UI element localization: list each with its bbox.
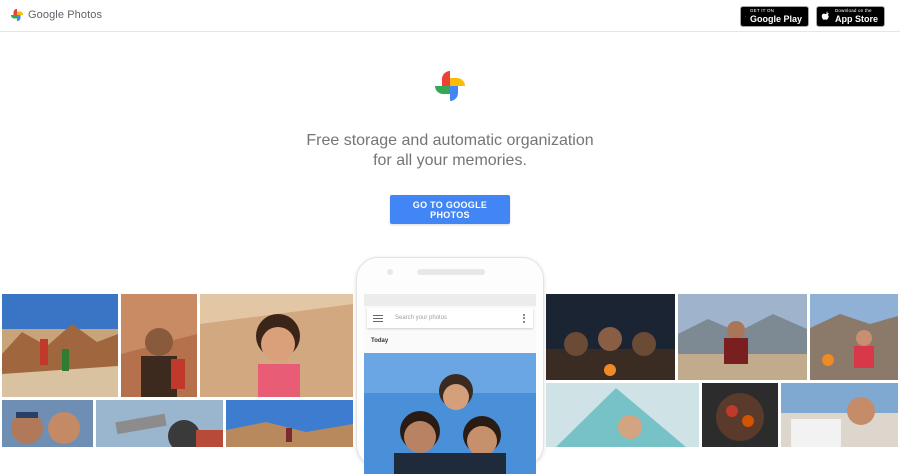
photo-woman-backpack	[121, 294, 197, 397]
photo-couple-selfie	[2, 400, 93, 447]
tagline-line-2: for all your memories.	[373, 152, 527, 169]
tagline: Free storage and automatic organization …	[250, 131, 650, 171]
hamburger-menu-icon[interactable]	[373, 314, 383, 322]
app-search-bar[interactable]: Search your photos	[367, 308, 533, 328]
logo-text: Google Photos	[28, 9, 103, 21]
apple-icon	[821, 11, 829, 20]
photo-grill-food	[702, 383, 778, 447]
photo-telescope	[96, 400, 223, 447]
play-triangle-icon	[745, 16, 746, 17]
app-status-bar	[364, 294, 536, 306]
phone-screen: Search your photos Today	[364, 294, 536, 474]
today-label: Today	[371, 338, 389, 344]
go-to-google-photos-button[interactable]: GO TO GOOGLE PHOTOS	[390, 195, 510, 224]
phone-mockup: Search your photos Today	[356, 257, 544, 474]
pinwheel-icon	[435, 71, 465, 101]
google-play-label: Google Play	[749, 13, 802, 24]
google-photos-logo[interactable]: Google Photos	[10, 8, 102, 22]
phone-speaker	[417, 269, 485, 275]
app-store-label: App Store	[834, 13, 878, 24]
phone-camera	[387, 269, 393, 275]
photo-child-camping	[810, 294, 898, 380]
app-store-badge[interactable]: Download on the App Store	[816, 6, 885, 27]
google-play-badge[interactable]: GET IT ON Google Play	[740, 6, 809, 27]
photo-desert-hike	[2, 294, 118, 397]
photo-tent-child	[546, 383, 699, 447]
photo-boy-car	[781, 383, 898, 447]
more-vert-icon[interactable]	[523, 313, 525, 323]
app-search-placeholder: Search your photos	[395, 315, 448, 321]
phone-featured-photo	[364, 353, 536, 474]
photo-desert-landscape	[226, 400, 353, 447]
photo-child-selfie	[200, 294, 353, 397]
tagline-line-1: Free storage and automatic organization	[306, 132, 594, 149]
top-bar: Google Photos GET IT ON Google Play Down…	[0, 0, 900, 32]
photo-campfire-night	[546, 294, 675, 380]
pinwheel-icon	[10, 8, 24, 22]
photo-man-mountains	[678, 294, 807, 380]
